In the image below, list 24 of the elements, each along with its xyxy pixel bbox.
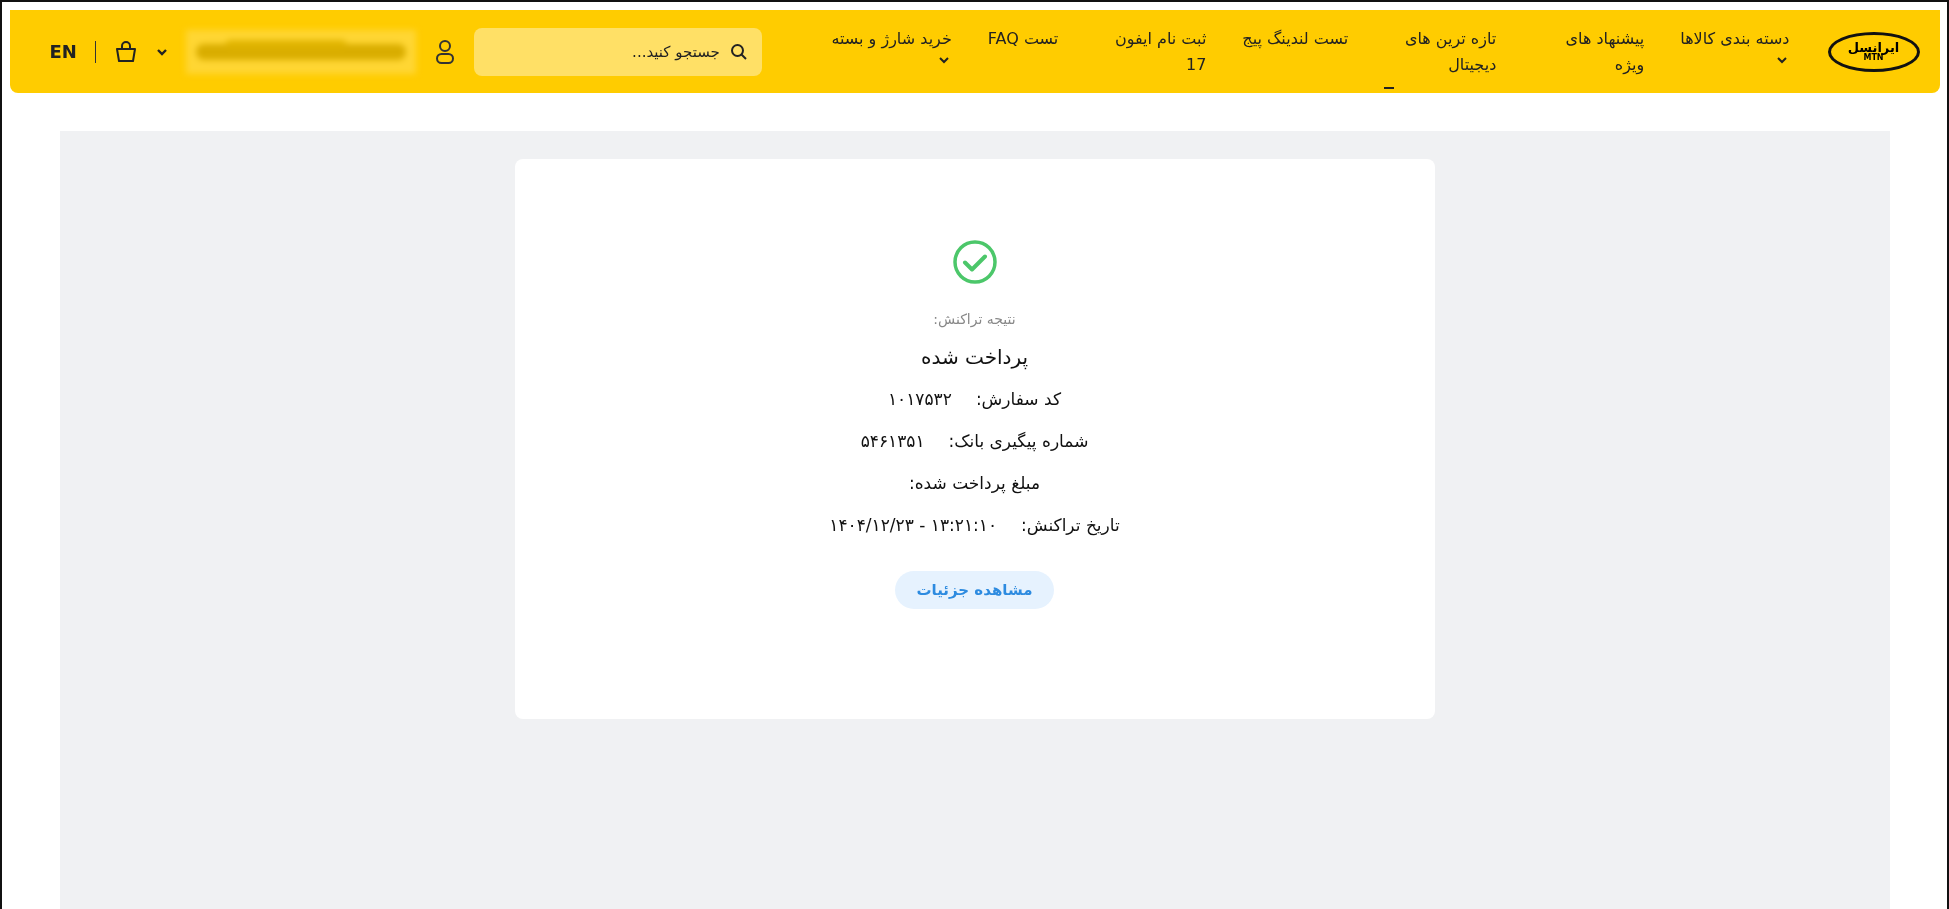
detail-label: تاریخ تراکنش: <box>1021 515 1120 537</box>
detail-label: کد سفارش: <box>975 389 1062 411</box>
nav-link[interactable]: تازه ترین های دیجیتال <box>1384 25 1497 90</box>
user-icon[interactable] <box>433 38 456 65</box>
detail-value: ۱۳:۲۱:۱۰ - ۱۴۰۴/۱۲/۲۳ <box>829 515 997 537</box>
nav-link[interactable]: پیشنهاد های ویژه <box>1532 25 1645 90</box>
nav-link[interactable]: تست FAQ <box>987 25 1059 64</box>
search-icon <box>729 42 748 61</box>
nav-link[interactable]: تست لندینگ پیج <box>1242 25 1349 64</box>
detail-value: ۱۰۱۷۵۳۲ <box>887 389 952 411</box>
detail-label: شماره پیگیری بانک: <box>948 431 1089 453</box>
nav-link[interactable]: دسته بندی کالاها <box>1680 25 1790 76</box>
search-field[interactable]: جستجو کنید... <box>473 27 762 76</box>
check-circle-icon <box>951 239 998 285</box>
language-button[interactable]: EN <box>49 41 77 62</box>
result-caption: نتیجه تراکنش: <box>933 311 1016 327</box>
payment-status: پرداخت شده <box>920 345 1029 369</box>
search-input[interactable]: جستجو کنید... <box>487 41 722 62</box>
detail-value: ۵۴۶۱۳۵۱ <box>860 431 925 453</box>
nav-link[interactable]: خرید شارژ و بسته <box>831 25 952 76</box>
chevron-down-icon[interactable] <box>155 47 168 56</box>
shopping-bag-icon[interactable] <box>113 39 138 64</box>
nav-link[interactable]: ثبت نام ایفون 17 <box>1094 25 1207 90</box>
detail-label: مبلغ پرداخت شده: <box>908 473 1041 495</box>
